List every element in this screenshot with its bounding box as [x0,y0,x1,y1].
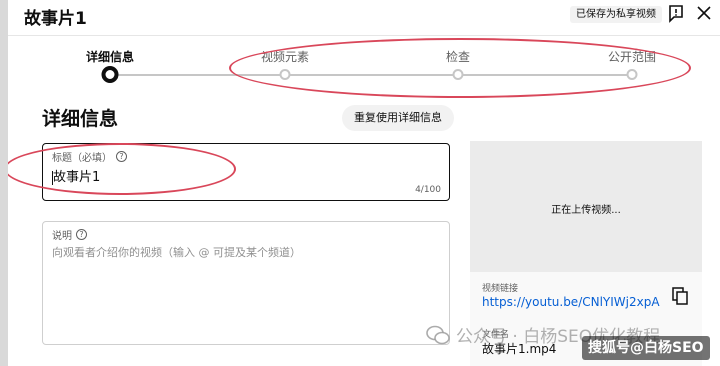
reuse-details-button[interactable]: 重复使用详细信息 [342,105,454,131]
brand-watermark: 搜狐号@白杨SEO [582,336,710,360]
description-placeholder[interactable]: 向观看者介绍你的视频（输入 @ 可提及某个频道） [52,244,301,260]
step-details-label[interactable]: 详细信息 [86,48,134,65]
copy-icon[interactable] [672,287,688,305]
dialog-header: 故事片1 已保存为私享视频 [8,0,720,30]
feedback-icon[interactable] [666,3,686,23]
header-divider [8,35,720,36]
title-field-label: 标题（必填） ? [52,149,127,164]
help-icon[interactable]: ? [116,151,127,162]
title-field[interactable]: 标题（必填） ? 故事片1 4/100 [42,143,450,201]
help-icon[interactable]: ? [76,229,87,240]
description-field[interactable]: 说明 ? 向观看者介绍你的视频（输入 @ 可提及某个频道） [42,221,450,345]
title-char-counter: 4/100 [415,185,441,195]
details-section-title: 详细信息 [42,108,119,130]
upload-dialog: 故事片1 已保存为私享视频 详细信息 视频元素 检查 公开范围 详细信息 重复使… [8,0,720,366]
title-input[interactable]: 故事片1 [52,166,100,185]
step-visibility-label[interactable]: 公开范围 [608,48,656,65]
description-field-label: 说明 ? [52,227,87,242]
step-details-dot[interactable] [101,66,119,83]
close-icon[interactable] [694,3,714,23]
upload-stepper: 详细信息 视频元素 检查 公开范围 [8,40,720,90]
dialog-title: 故事片1 [24,9,87,29]
step-elements-label[interactable]: 视频元素 [261,48,309,65]
step-checks-label[interactable]: 检查 [446,48,470,65]
step-checks-dot[interactable] [452,69,464,80]
saved-status-badge: 已保存为私享视频 [570,6,662,23]
video-link-label: 视频链接 [482,284,519,294]
stepper-track [118,74,634,76]
video-thumbnail: 正在上传视频... [470,141,702,272]
wechat-icon [426,325,450,344]
upload-status: 正在上传视频... [551,205,621,216]
video-link[interactable]: https://youtu.be/CNlYIWj2xpA [482,295,660,309]
step-visibility-dot[interactable] [626,69,638,80]
step-elements-dot[interactable] [279,69,291,80]
